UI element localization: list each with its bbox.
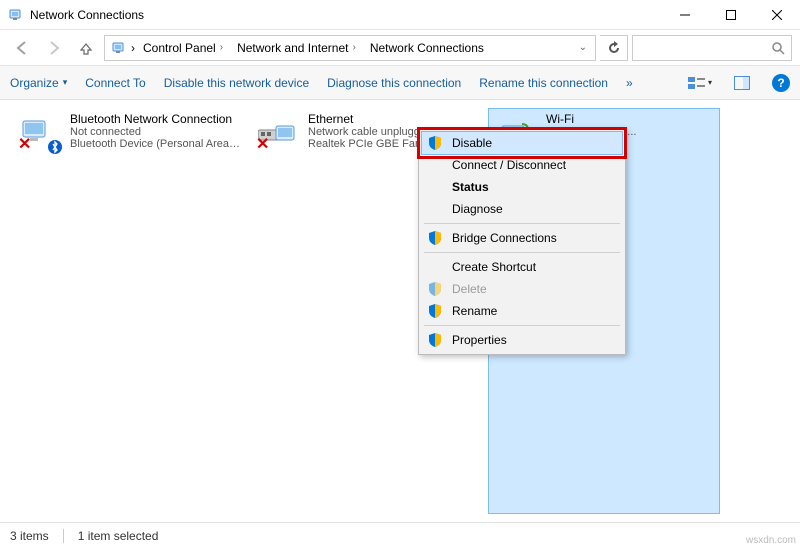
address-bar: › Control Panel› Network and Internet› N… — [0, 30, 800, 66]
view-options-button[interactable]: ▾ — [688, 71, 712, 95]
connection-device: Realtek PCIe GBE Fami... — [308, 138, 436, 150]
ctx-create-shortcut[interactable]: Create Shortcut — [422, 256, 622, 278]
ctx-properties[interactable]: Properties — [422, 329, 622, 351]
window-title: Network Connections — [30, 8, 662, 22]
toolbar: Organize ▾ Connect To Disable this netwo… — [0, 66, 800, 100]
titlebar: Network Connections — [0, 0, 800, 30]
forward-button[interactable] — [40, 34, 68, 62]
ctx-bridge[interactable]: Bridge Connections — [422, 227, 622, 249]
separator — [424, 325, 620, 326]
breadcrumb[interactable]: › Control Panel› Network and Internet› N… — [104, 35, 596, 61]
connect-to-button[interactable]: Connect To — [85, 76, 146, 90]
connection-status: Not connected — [70, 126, 240, 138]
organize-button[interactable]: Organize ▾ — [10, 76, 67, 90]
up-button[interactable] — [72, 34, 100, 62]
back-button[interactable] — [8, 34, 36, 62]
preview-pane-button[interactable] — [730, 71, 754, 95]
disabled-icon: ✕ — [18, 134, 31, 154]
selected-count: 1 item selected — [78, 529, 159, 543]
help-button[interactable]: ? — [772, 74, 790, 92]
connection-name: Wi-Fi — [546, 112, 636, 126]
shield-icon — [426, 229, 444, 247]
diagnose-button[interactable]: Diagnose this connection — [327, 76, 461, 90]
refresh-button[interactable] — [600, 35, 628, 61]
ctx-diagnose[interactable]: Diagnose — [422, 198, 622, 220]
ctx-delete: Delete — [422, 278, 622, 300]
rename-button[interactable]: Rename this connection — [479, 76, 608, 90]
watermark: wsxdn.com — [746, 535, 796, 546]
close-button[interactable] — [754, 0, 800, 30]
ethernet-icon: ✕ — [254, 112, 302, 156]
disable-device-button[interactable]: Disable this network device — [164, 76, 309, 90]
ctx-rename[interactable]: Rename — [422, 300, 622, 322]
separator — [424, 223, 620, 224]
ctx-disable[interactable]: Disable — [422, 132, 622, 154]
ctx-connect-disconnect[interactable]: Connect / Disconnect — [422, 154, 622, 176]
breadcrumb-icon — [111, 40, 127, 56]
crumb-control-panel[interactable]: Control Panel› — [137, 39, 229, 57]
minimize-button[interactable] — [662, 0, 708, 30]
connection-status: Network cable unplugged — [308, 126, 436, 138]
shield-icon — [426, 331, 444, 349]
chevron-right-icon[interactable]: › — [131, 41, 135, 55]
search-icon — [771, 41, 785, 55]
separator — [63, 529, 64, 543]
connection-item-bluetooth[interactable]: ✕ Bluetooth Network Connection Not conne… — [12, 108, 244, 514]
connection-name: Bluetooth Network Connection — [70, 112, 240, 126]
connection-name: Ethernet — [308, 112, 436, 126]
connection-device: Bluetooth Device (Personal Area ... — [70, 138, 240, 150]
search-input[interactable] — [632, 35, 792, 61]
crumb-network-connections[interactable]: Network Connections — [364, 39, 490, 57]
shield-icon — [426, 280, 444, 298]
status-bar: 3 items 1 item selected — [0, 522, 800, 548]
ctx-status[interactable]: Status — [422, 176, 622, 198]
shield-icon — [426, 302, 444, 320]
item-count: 3 items — [10, 529, 49, 543]
crumb-network-internet[interactable]: Network and Internet› — [231, 39, 362, 57]
separator — [424, 252, 620, 253]
maximize-button[interactable] — [708, 0, 754, 30]
breadcrumb-dropdown[interactable]: ⌄ — [575, 42, 591, 53]
content-area: ✕ Bluetooth Network Connection Not conne… — [0, 100, 800, 522]
shield-icon — [426, 134, 444, 152]
disabled-icon: ✕ — [256, 134, 269, 154]
more-button[interactable]: » — [626, 76, 633, 90]
bluetooth-icon: ✕ — [16, 112, 64, 156]
context-menu: Disable Connect / Disconnect Status Diag… — [418, 128, 626, 355]
window-icon — [8, 7, 24, 23]
